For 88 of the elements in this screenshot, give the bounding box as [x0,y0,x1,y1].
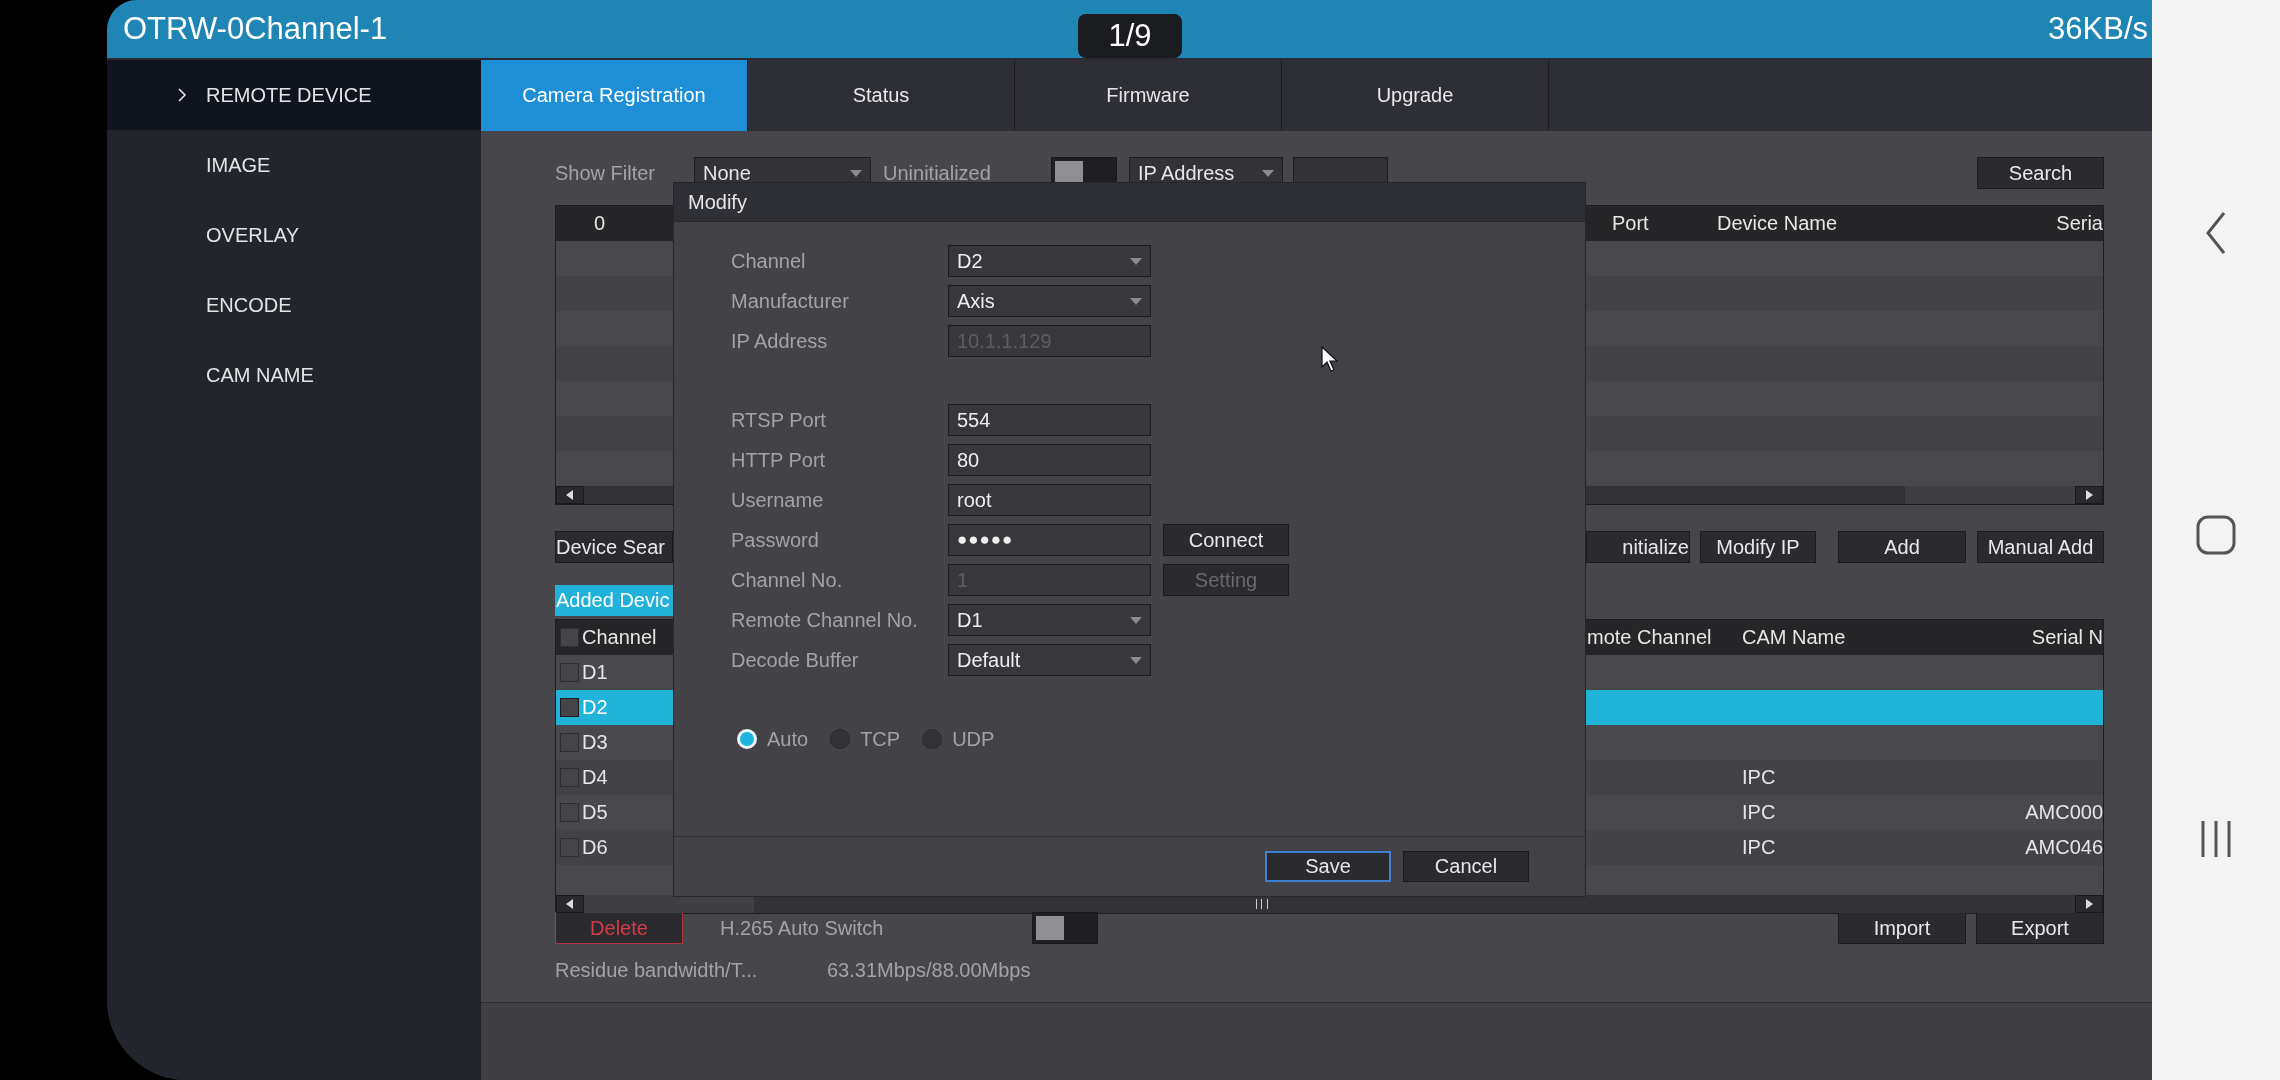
back-icon[interactable] [2204,211,2228,255]
h265-label: H.265 Auto Switch [720,916,885,940]
side-button[interactable]: Connect [1163,524,1289,556]
tab[interactable]: Status [748,60,1015,131]
radio-button[interactable] [922,729,943,749]
input-field[interactable]: 554 [948,404,1151,436]
window-title: OTRW-0Channel-1 [123,11,388,47]
import-button[interactable]: Import [1838,912,1966,944]
field-label: RTSP Port [731,408,827,432]
column-header: Serial N [2031,626,2103,649]
scrollbar[interactable] [556,895,2103,913]
field-label: Username [731,488,825,512]
sidebar-item[interactable]: IMAGE [107,130,481,200]
bandwidth-value: 63.31Mbps/88.00Mbps [827,958,1031,982]
column-header: Port [1612,212,1650,235]
dialog-button[interactable]: Cancel [1403,851,1529,882]
checkbox[interactable] [560,663,579,682]
filter-label: Show Filter [555,161,657,185]
sidebar-item[interactable]: OVERLAY [107,200,481,270]
action-button[interactable]: Manual Add [1977,531,2104,563]
radio-label: TCP [860,727,901,751]
bandwidth-label: Residue bandwidth/T... [555,958,759,982]
dialog-title: Modify [674,183,1585,222]
table-cell-text: IPC [1742,836,1777,859]
search-button[interactable]: Search [1977,157,2104,189]
table-cell: AMC046 [2025,836,2103,859]
toggle-switch[interactable] [1032,912,1098,944]
action-button[interactable]: Modify IP [1700,531,1816,563]
table-cell: D3 [582,731,608,754]
column-header: Seria [2056,212,2103,235]
table-cell-text: IPC [1742,801,1777,824]
page-indicator: 1/9 [1078,14,1182,58]
field-label: HTTP Port [731,448,827,472]
field-label: Manufacturer [731,289,850,313]
dropdown[interactable]: Axis [948,285,1151,317]
network-speed: 36KB/s [2048,11,2148,47]
sidebar-item[interactable]: REMOTE DEVICE [107,60,481,130]
table-cell: D5 [582,801,608,824]
tab[interactable]: Upgrade [1282,60,1549,131]
table-cell: D1 [582,661,608,684]
dropdown-arrow-icon [1262,169,1274,177]
radio-button[interactable] [830,729,851,749]
checkbox[interactable] [560,733,579,752]
input-field[interactable]: root [948,484,1151,516]
tab[interactable]: Firmware [1015,60,1282,131]
sidebar-item[interactable]: CAM NAME [107,340,481,410]
table-cell: D4 [582,766,608,789]
dropdown-arrow-icon [1130,257,1142,265]
field-label: Decode Buffer [731,648,860,672]
dialog-button[interactable]: Save [1265,851,1391,882]
sidebar-item[interactable]: ENCODE [107,270,481,340]
radio-label: Auto [767,727,809,751]
column-header: mote Channel [1587,626,1713,649]
dropdown-arrow-icon [850,169,862,177]
checkbox[interactable] [560,628,579,647]
action-button[interactable]: Add [1838,531,1966,563]
column-header: 0 [593,212,607,235]
field-label: Remote Channel No. [731,608,919,632]
table-cell: D2 [582,696,608,719]
dropdown[interactable]: D1 [948,604,1151,636]
password-field[interactable]: ●●●●● [948,524,1151,556]
tab[interactable]: Camera Registration [481,60,748,131]
action-button[interactable]: Device Sear [555,531,673,563]
input-field[interactable]: 80 [948,444,1151,476]
radio-label: UDP [952,727,995,751]
field-label: Channel No. [731,568,844,592]
chevron-right-icon [177,87,187,103]
dropdown-arrow-icon [1130,656,1142,664]
column-header: Channel [582,626,657,649]
checkbox[interactable] [560,698,579,717]
dropdown-arrow-icon [1130,297,1142,305]
field-label: Channel [731,249,807,273]
column-header: CAM Name [1742,626,1847,649]
table-cell: D6 [582,836,608,859]
table-cell: AMC000 [2025,801,2103,824]
uninitialized-label: Uninitialized [883,161,992,185]
home-icon[interactable] [2196,515,2236,555]
table-cell-text: IPC [1742,766,1777,789]
field-label: Password [731,528,820,552]
dropdown[interactable]: Default [948,644,1151,676]
action-button[interactable]: nitialize [1586,531,1690,563]
dropdown[interactable]: D2 [948,245,1151,277]
dropdown-arrow-icon [1130,616,1142,624]
checkbox[interactable] [560,803,579,822]
export-button[interactable]: Export [1976,912,2104,944]
field-label: IP Address [731,329,829,353]
mouse-pointer-icon [1321,346,1339,373]
column-header: Device Name [1717,212,1839,235]
